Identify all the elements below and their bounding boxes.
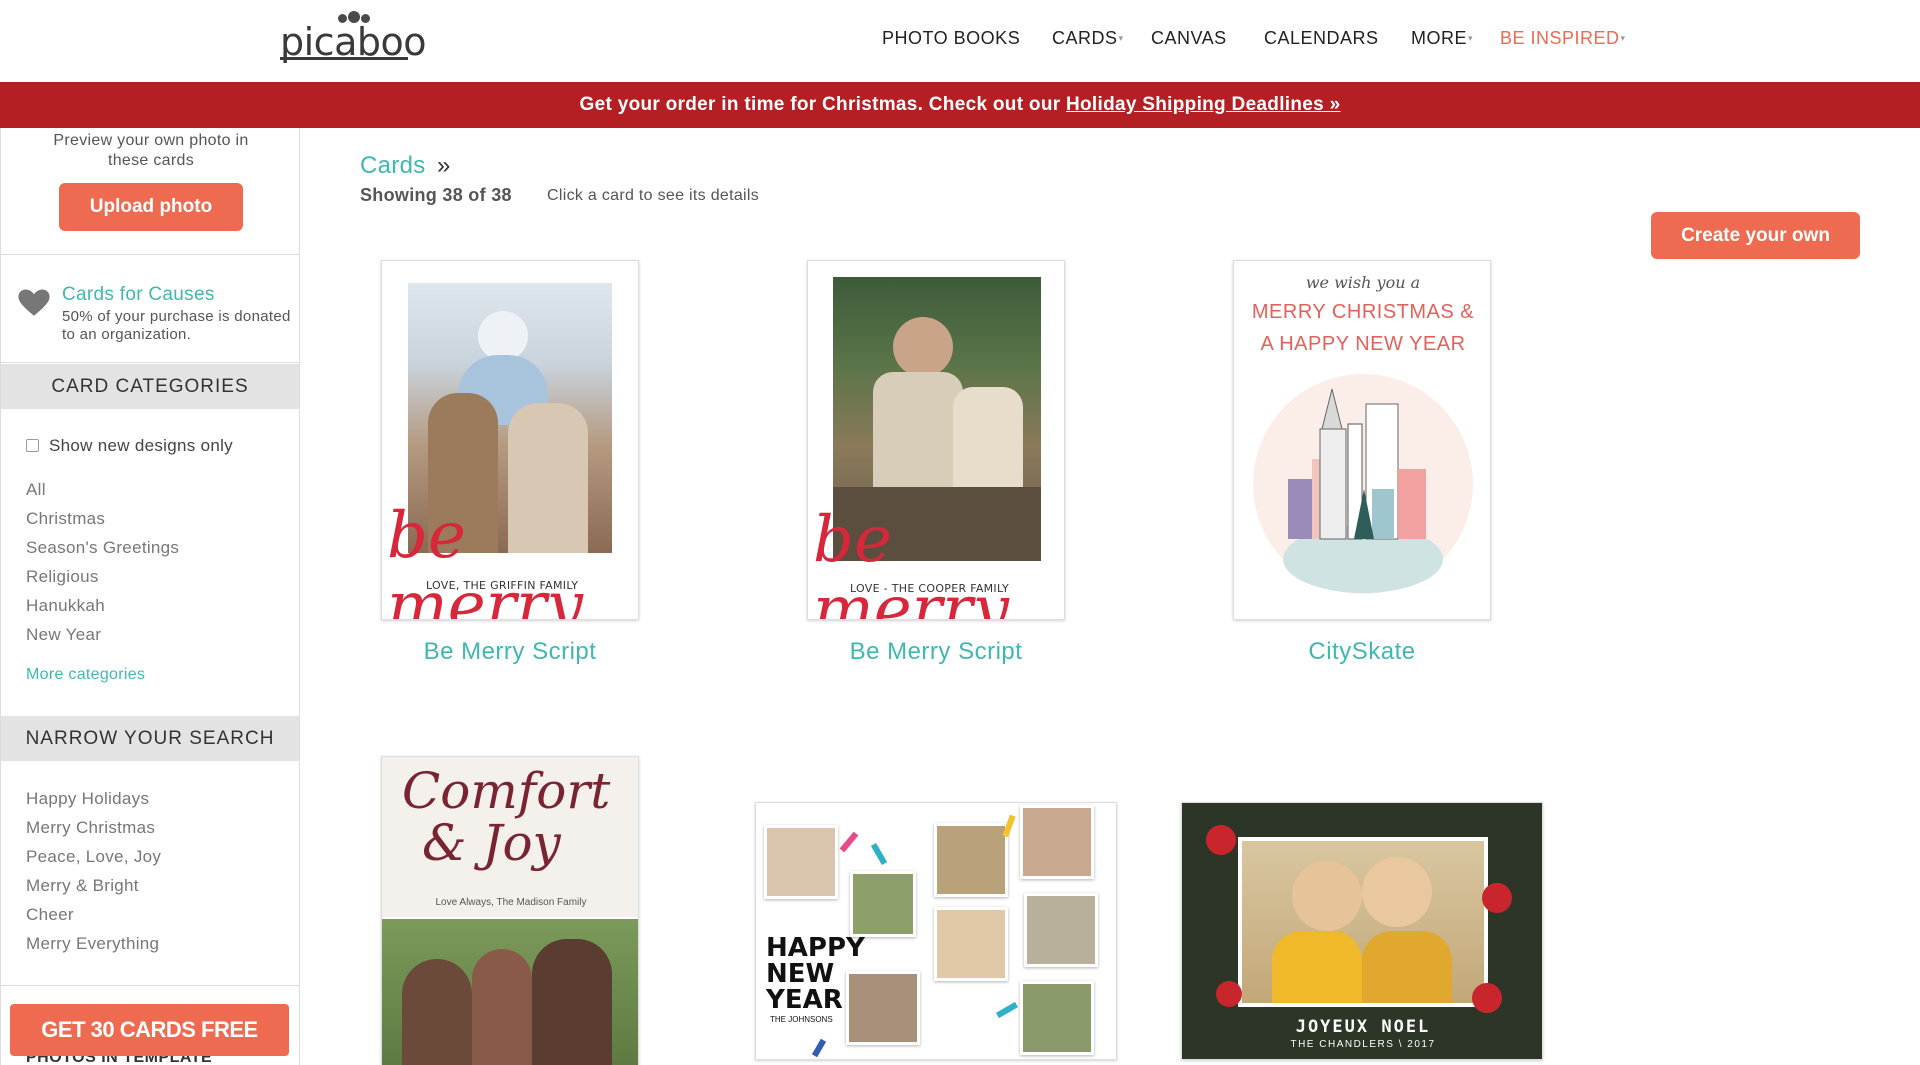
get-free-cards-button[interactable]: GET 30 CARDS FREE: [10, 1004, 289, 1056]
shipping-deadlines-link[interactable]: Holiday Shipping Deadlines »: [1066, 94, 1340, 115]
card-comfort-joy[interactable]: Comfort & Joy Love Always, The Madison F…: [381, 756, 639, 1065]
card-script-text: be merry: [813, 503, 1009, 620]
card-line-1: we wish you a: [1305, 273, 1421, 292]
card-signature: THE CHANDLERS \ 2017: [1290, 1039, 1436, 1050]
filter-merry-everything[interactable]: Merry Everything: [26, 929, 161, 958]
flower-icon: [1216, 981, 1242, 1007]
card-headline: HAPPY NEW YEAR: [766, 933, 865, 1015]
new-designs-checkbox[interactable]: Show new designs only: [26, 436, 233, 456]
filter-merry-bright[interactable]: Merry & Bright: [26, 871, 161, 900]
filter-cheer[interactable]: Cheer: [26, 900, 161, 929]
caret-down-icon: ▾: [1468, 33, 1474, 43]
nav-photo-books[interactable]: PHOTO BOOKS: [882, 28, 1020, 49]
card-line-2: MERRY CHRISTMAS &: [1251, 301, 1475, 323]
category-seasons-greetings[interactable]: Season's Greetings: [26, 533, 179, 562]
preview-text: Preview your own photo in these cards: [53, 132, 249, 169]
category-new-year[interactable]: New Year: [26, 620, 179, 649]
results-count: Showing 38 of 38: [360, 185, 512, 205]
site-header: picaboo PHOTO BOOKS CARDS▾ CANVAS CALEND…: [0, 0, 1920, 82]
flower-icon: [1472, 983, 1502, 1013]
card-script-line-2: & Joy: [422, 814, 561, 872]
filter-peace-love-joy[interactable]: Peace, Love, Joy: [26, 842, 161, 871]
card-cityskate[interactable]: we wish you a MERRY CHRISTMAS & A HAPPY …: [1233, 260, 1491, 620]
category-hanukkah[interactable]: Hanukkah: [26, 591, 179, 620]
results-hint: Click a card to see its details: [547, 187, 760, 204]
card-signature: Love Always, The Madison Family: [435, 897, 587, 908]
caret-down-icon: ▾: [1118, 33, 1124, 43]
card-photo: [1238, 837, 1488, 1007]
city-illustration: [1253, 374, 1473, 594]
category-religious[interactable]: Religious: [26, 562, 179, 591]
more-categories-link[interactable]: More categories: [26, 666, 145, 684]
nav-calendars[interactable]: CALENDARS: [1264, 28, 1379, 49]
causes-description: 50% of your purchase is donated to an or…: [62, 308, 291, 343]
card-title-cityskate[interactable]: CitySkate: [1233, 638, 1491, 666]
breadcrumb-cards[interactable]: Cards: [360, 152, 426, 180]
card-title-be-merry-griffin[interactable]: Be Merry Script: [381, 638, 639, 666]
cards-for-causes-link[interactable]: Cards for Causes: [62, 284, 215, 306]
nav-be-inspired[interactable]: BE INSPIRED▾: [1500, 28, 1626, 49]
card-title-be-merry-cooper[interactable]: Be Merry Script: [807, 638, 1065, 666]
category-list: All Christmas Season's Greetings Religio…: [26, 475, 179, 649]
filter-happy-holidays[interactable]: Happy Holidays: [26, 784, 161, 813]
card-photo: [382, 919, 638, 1065]
card-script-line-1: Comfort: [402, 762, 611, 820]
narrow-list: Happy Holidays Merry Christmas Peace, Lo…: [26, 784, 161, 958]
checkbox-icon[interactable]: [26, 439, 39, 452]
breadcrumb-separator: »: [437, 152, 451, 179]
narrow-search-heading: NARROW YOUR SEARCH: [1, 716, 299, 761]
cards-for-causes: Cards for Causes 50% of your purchase is…: [1, 276, 299, 362]
card-happy-new-year[interactable]: HAPPY NEW YEAR THE JOHNSONS: [755, 802, 1117, 1060]
card-joyeux-noel[interactable]: JOYEUX NOEL THE CHANDLERS \ 2017: [1181, 802, 1543, 1060]
card-signature: THE JOHNSONS: [770, 1015, 833, 1024]
card-be-merry-cooper[interactable]: be merry LOVE - THE COOPER FAMILY: [807, 260, 1065, 620]
heart-icon: [18, 289, 50, 316]
sidebar: Preview your own photo in these cards Up…: [0, 128, 300, 1065]
filter-merry-christmas[interactable]: Merry Christmas: [26, 813, 161, 842]
holiday-shipping-banner: Get your order in time for Christmas. Ch…: [0, 82, 1920, 128]
card-categories-heading: CARD CATEGORIES: [1, 364, 299, 409]
picaboo-logo[interactable]: picaboo: [280, 10, 426, 64]
flower-icon: [1482, 883, 1512, 913]
card-script-text: be merry: [387, 499, 583, 620]
create-your-own-button[interactable]: Create your own: [1651, 212, 1860, 259]
card-headline: JOYEUX NOEL: [1295, 1017, 1431, 1037]
nav-cards[interactable]: CARDS▾: [1052, 28, 1124, 49]
card-line-3: A HAPPY NEW YEAR: [1260, 333, 1466, 355]
caret-down-icon: ▾: [1620, 33, 1626, 43]
category-all[interactable]: All: [26, 475, 179, 504]
flower-icon: [1206, 825, 1236, 855]
category-christmas[interactable]: Christmas: [26, 504, 179, 533]
nav-canvas[interactable]: CANVAS: [1151, 28, 1227, 49]
card-be-merry-griffin[interactable]: be merry LOVE, THE GRIFFIN FAMILY: [381, 260, 639, 620]
card-signature: LOVE, THE GRIFFIN FAMILY: [426, 579, 579, 592]
upload-photo-button[interactable]: Upload photo: [59, 183, 243, 231]
card-signature: LOVE - THE COOPER FAMILY: [850, 582, 1009, 595]
nav-more[interactable]: MORE▾: [1411, 28, 1473, 49]
